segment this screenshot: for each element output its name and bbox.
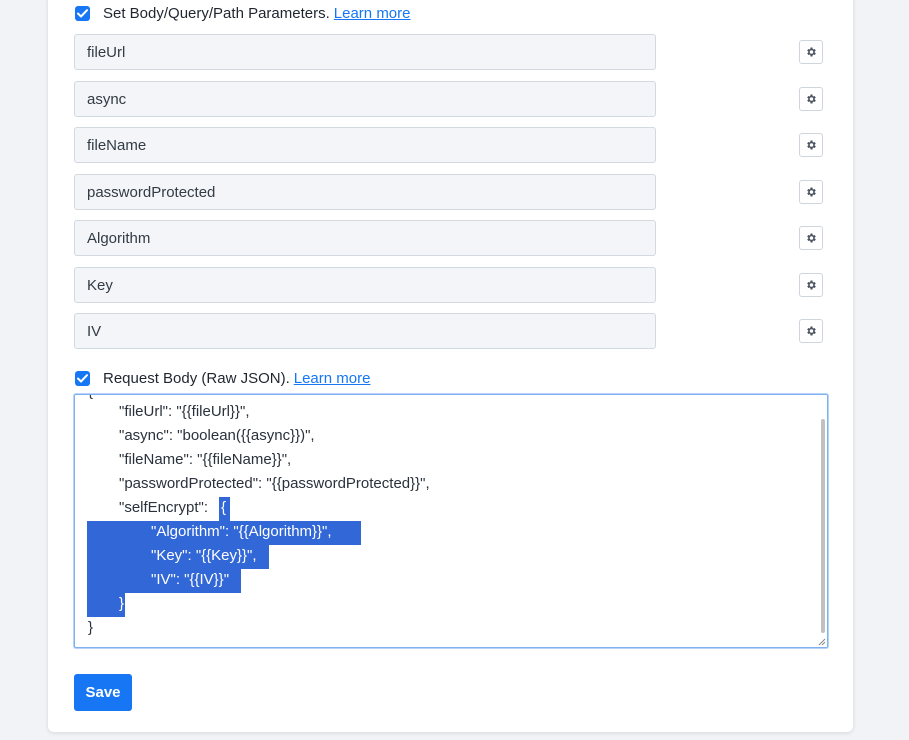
editor-scrollbar-thumb[interactable] xyxy=(821,419,825,633)
param-field-key[interactable] xyxy=(74,267,656,303)
save-button[interactable]: Save xyxy=(74,674,132,711)
json-line: "async": "boolean({{async}})", xyxy=(119,427,315,444)
param-field-async[interactable] xyxy=(74,81,656,117)
param-field-iv[interactable] xyxy=(74,313,656,349)
params-checkbox-label: Set Body/Query/Path Parameters. xyxy=(103,5,330,22)
json-line: "fileUrl": "{{fileUrl}}", xyxy=(119,403,250,420)
resize-handle-icon[interactable] xyxy=(818,638,826,646)
params-checkbox-row: Set Body/Query/Path Parameters. Learn mo… xyxy=(75,5,411,22)
param-settings-button[interactable] xyxy=(799,133,823,157)
params-checkbox[interactable] xyxy=(75,6,90,21)
json-line: { xyxy=(88,395,93,403)
param-field-fileurl[interactable] xyxy=(74,34,656,70)
param-settings-button[interactable] xyxy=(799,319,823,343)
param-field-filename[interactable] xyxy=(74,127,656,163)
param-row-fileurl xyxy=(74,34,824,70)
json-line-selected: "Algorithm": "{{Algorithm}}", xyxy=(151,523,332,540)
param-settings-button[interactable] xyxy=(799,180,823,204)
params-learn-more-link[interactable]: Learn more xyxy=(334,5,411,22)
gear-icon xyxy=(807,47,816,57)
json-line-selected: } xyxy=(119,595,125,612)
gear-icon xyxy=(807,187,816,197)
json-line: "selfEncrypt": xyxy=(119,499,209,516)
json-line-selected: "Key": "{{Key}}", xyxy=(151,547,257,564)
body-learn-more-link[interactable]: Learn more xyxy=(294,370,371,387)
gear-icon xyxy=(807,280,816,290)
gear-icon xyxy=(807,233,816,243)
param-settings-button[interactable] xyxy=(799,40,823,64)
param-settings-button[interactable] xyxy=(799,87,823,111)
param-field-passwordprotected[interactable] xyxy=(74,174,656,210)
body-checkbox-row: Request Body (Raw JSON). Learn more xyxy=(75,370,370,387)
param-field-algorithm[interactable] xyxy=(74,220,656,256)
param-row-iv xyxy=(74,313,824,349)
json-line: "passwordProtected": "{{passwordProtecte… xyxy=(119,475,430,492)
json-line-selected: "IV": "{{IV}}" xyxy=(151,571,230,588)
param-row-filename xyxy=(74,127,824,163)
checkmark-icon xyxy=(77,9,88,18)
gear-icon xyxy=(807,94,816,104)
param-row-key xyxy=(74,267,824,303)
gear-icon xyxy=(807,326,816,336)
param-settings-button[interactable] xyxy=(799,273,823,297)
body-checkbox[interactable] xyxy=(75,371,90,386)
json-line-selected: { xyxy=(221,499,227,516)
json-line: "fileName": "{{fileName}}", xyxy=(119,451,292,468)
editor-scrollbar[interactable] xyxy=(819,395,827,647)
param-row-async xyxy=(74,81,824,117)
gear-icon xyxy=(807,140,816,150)
checkmark-icon xyxy=(77,374,88,383)
json-line: } xyxy=(88,619,94,636)
param-settings-button[interactable] xyxy=(799,226,823,250)
param-row-algorithm xyxy=(74,220,824,256)
body-checkbox-label: Request Body (Raw JSON). xyxy=(103,370,290,387)
json-body-editor[interactable]: { "fileUrl": "{{fileUrl}}", "async": "bo… xyxy=(74,394,828,648)
param-row-passwordprotected xyxy=(74,174,824,210)
